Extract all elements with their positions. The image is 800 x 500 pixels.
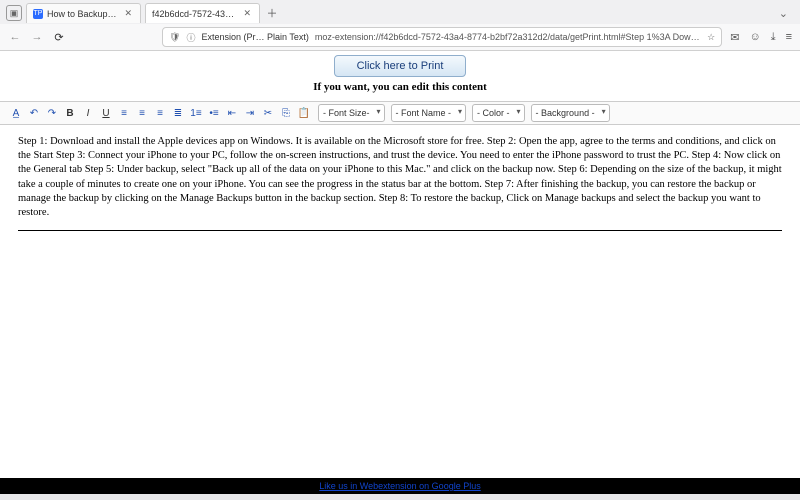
forward-button: → [30,30,44,44]
tab-1[interactable]: f42b6dcd-7572-43a4-8774-b2bf7 ✕ [145,3,260,23]
justify-icon[interactable]: ≣ [170,105,186,121]
copy-icon[interactable]: ⎘ [278,105,294,121]
unordered-list-icon[interactable]: •≡ [206,105,222,121]
new-tab-button[interactable]: ＋ [264,5,280,21]
editor-toolbar: A̲ ↶ ↷ B I U ≡ ≡ ≡ ≣ 1≡ •≡ ⇤ ⇥ ✂ ⎘ 📋 - F… [0,101,800,125]
shield-icon[interactable]: 🛡 [169,32,180,43]
cut-icon[interactable]: ✂ [260,105,276,121]
content-paragraph[interactable]: Step 1: Download and install the Apple d… [18,135,782,220]
browser-chrome: ▣ TP How to Backup Your iPhone Wi ✕ f42b… [0,0,800,51]
tab-title-0: How to Backup Your iPhone Wi [47,9,118,19]
tab-close-1[interactable]: ✕ [241,8,253,19]
print-header: Click here to Print [0,51,800,79]
tab-title-1: f42b6dcd-7572-43a4-8774-b2bf7 [152,9,237,19]
window-list-icon[interactable]: ▣ [6,5,22,21]
bottom-edge [0,494,800,500]
print-button[interactable]: Click here to Print [334,55,467,77]
content-body[interactable]: Step 1: Download and install the Apple d… [0,125,800,478]
paste-icon[interactable]: 📋 [296,105,312,121]
select-all-icon[interactable]: A̲ [8,105,24,121]
font-size-select[interactable]: - Font Size- [318,104,385,122]
downloads-icon[interactable]: ⤓ [771,31,776,44]
indent-icon[interactable]: ⇥ [242,105,258,121]
align-right-icon[interactable]: ≡ [152,105,168,121]
outdent-icon[interactable]: ⇤ [224,105,240,121]
url-text: moz-extension://f42b6dcd-7572-43a4-8774-… [315,32,701,42]
pocket-icon[interactable]: ✉ [730,31,739,44]
extension-badge: Extension (Pr… Plain Text) [201,32,308,42]
underline-icon[interactable]: U [98,105,114,121]
tab-0[interactable]: TP How to Backup Your iPhone Wi ✕ [26,3,141,23]
menu-icon[interactable]: ≡ [786,31,792,44]
tab-overflow-button[interactable]: ⌄ [773,7,794,20]
bookmark-star-icon[interactable]: ☆ [707,32,715,43]
address-bar: ← → ⟳ 🛡 ⓘ Extension (Pr… Plain Text) moz… [0,24,800,50]
tab-favicon-0: TP [33,9,43,19]
page-inner: Click here to Print If you want, you can… [0,51,800,478]
font-name-select[interactable]: - Font Name - [391,104,467,122]
account-icon[interactable]: ☺ [749,31,760,44]
sub-message: If you want, you can edit this content [0,79,800,101]
align-left-icon[interactable]: ≡ [116,105,132,121]
tab-bar: ▣ TP How to Backup Your iPhone Wi ✕ f42b… [0,0,800,24]
background-select[interactable]: - Background - [531,104,610,122]
toolbar-right-icons: ✉ ☺ ⤓ ≡ [730,31,792,44]
footer-bar: Like us in Webextension on Google Plus [0,478,800,494]
page: Click here to Print If you want, you can… [0,51,800,494]
reload-button[interactable]: ⟳ [52,30,66,44]
redo-icon[interactable]: ↷ [44,105,60,121]
url-box[interactable]: 🛡 ⓘ Extension (Pr… Plain Text) moz-exten… [162,27,722,47]
back-button[interactable]: ← [8,30,22,44]
content-divider [18,230,782,231]
permission-icon[interactable]: ⓘ [186,31,195,44]
italic-icon[interactable]: I [80,105,96,121]
footer-link[interactable]: Like us in Webextension on Google Plus [319,481,480,491]
color-select[interactable]: - Color - [472,104,525,122]
undo-icon[interactable]: ↶ [26,105,42,121]
ordered-list-icon[interactable]: 1≡ [188,105,204,121]
align-center-icon[interactable]: ≡ [134,105,150,121]
tab-close-0[interactable]: ✕ [122,8,134,19]
bold-icon[interactable]: B [62,105,78,121]
